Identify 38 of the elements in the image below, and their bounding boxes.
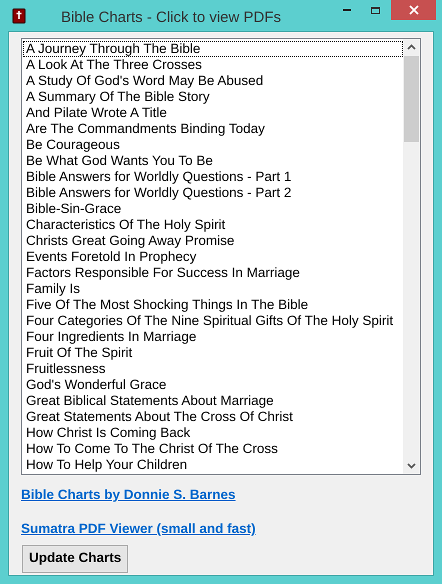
list-item[interactable]: Are The Commandments Binding Today <box>23 121 403 137</box>
list-item[interactable]: A Look At The Three Crosses <box>23 57 403 73</box>
update-button[interactable]: Update Charts <box>22 544 128 572</box>
close-icon <box>408 5 418 15</box>
list-item[interactable]: Bible Answers for Worldly Questions - Part 1 <box>23 169 403 185</box>
book-icon <box>12 8 26 24</box>
list-item[interactable]: Five Of The Most Shocking Things In The Bible <box>23 297 403 313</box>
list-item[interactable]: Bible-Sin-Grace <box>23 201 403 217</box>
link[interactable]: Sumatra PDF Viewer (small and fast) <box>21 519 256 540</box>
list-item[interactable]: Fruit Of The Spirit <box>23 345 403 361</box>
list-item[interactable]: A Summary Of The Bible Story <box>23 89 403 105</box>
list-item[interactable]: Be Courageous <box>23 137 403 153</box>
list-item[interactable]: How To Come To The Christ Of The Cross <box>23 441 403 457</box>
scrollbar[interactable] <box>403 39 420 474</box>
list-item[interactable]: How Christ Is Coming Back <box>23 425 403 441</box>
list-item[interactable]: Events Foretold In Prophecy <box>23 249 403 265</box>
list-item[interactable]: Four Categories Of The Nine Spiritual Gifts Of The Holy Spirit <box>23 313 403 329</box>
list-item[interactable]: Be What God Wants You To Be <box>23 153 403 169</box>
scroll-up-icon[interactable] <box>407 44 416 50</box>
list-item[interactable]: Factors Responsible For Success In Marriage <box>23 265 403 281</box>
scroll-thumb[interactable] <box>404 56 419 142</box>
link[interactable]: Bible Charts by Donnie S. Barnes <box>21 485 236 506</box>
list-item[interactable]: A Journey Through The Bible <box>23 41 403 57</box>
list-item[interactable]: And Pilate Wrote A Title <box>23 105 403 121</box>
list-item[interactable]: Family Is <box>23 281 403 297</box>
list-item[interactable]: Fruitlessness <box>23 361 403 377</box>
scroll-down-icon[interactable] <box>407 463 416 469</box>
list-item[interactable]: Four Ingredients In Marriage <box>23 329 403 345</box>
list-item[interactable]: A Study Of God's Word May Be Abused <box>23 73 403 89</box>
window-title: Bible Charts - Click to view PDFs <box>60 8 282 28</box>
list-item[interactable]: Great Biblical Statements About Marriage <box>23 393 403 409</box>
close-button[interactable] <box>391 0 436 20</box>
list-item[interactable]: Bible Answers for Worldly Questions - Part 2 <box>23 185 403 201</box>
list-item[interactable]: How To Help Your Children <box>23 457 403 473</box>
list-item[interactable]: Great Statements About The Cross Of Christ <box>23 409 403 425</box>
list-item[interactable]: Christs Great Going Away Promise <box>23 233 403 249</box>
list-item[interactable]: Characteristics Of The Holy Spirit <box>23 217 403 233</box>
list-item[interactable]: God's Wonderful Grace <box>23 377 403 393</box>
